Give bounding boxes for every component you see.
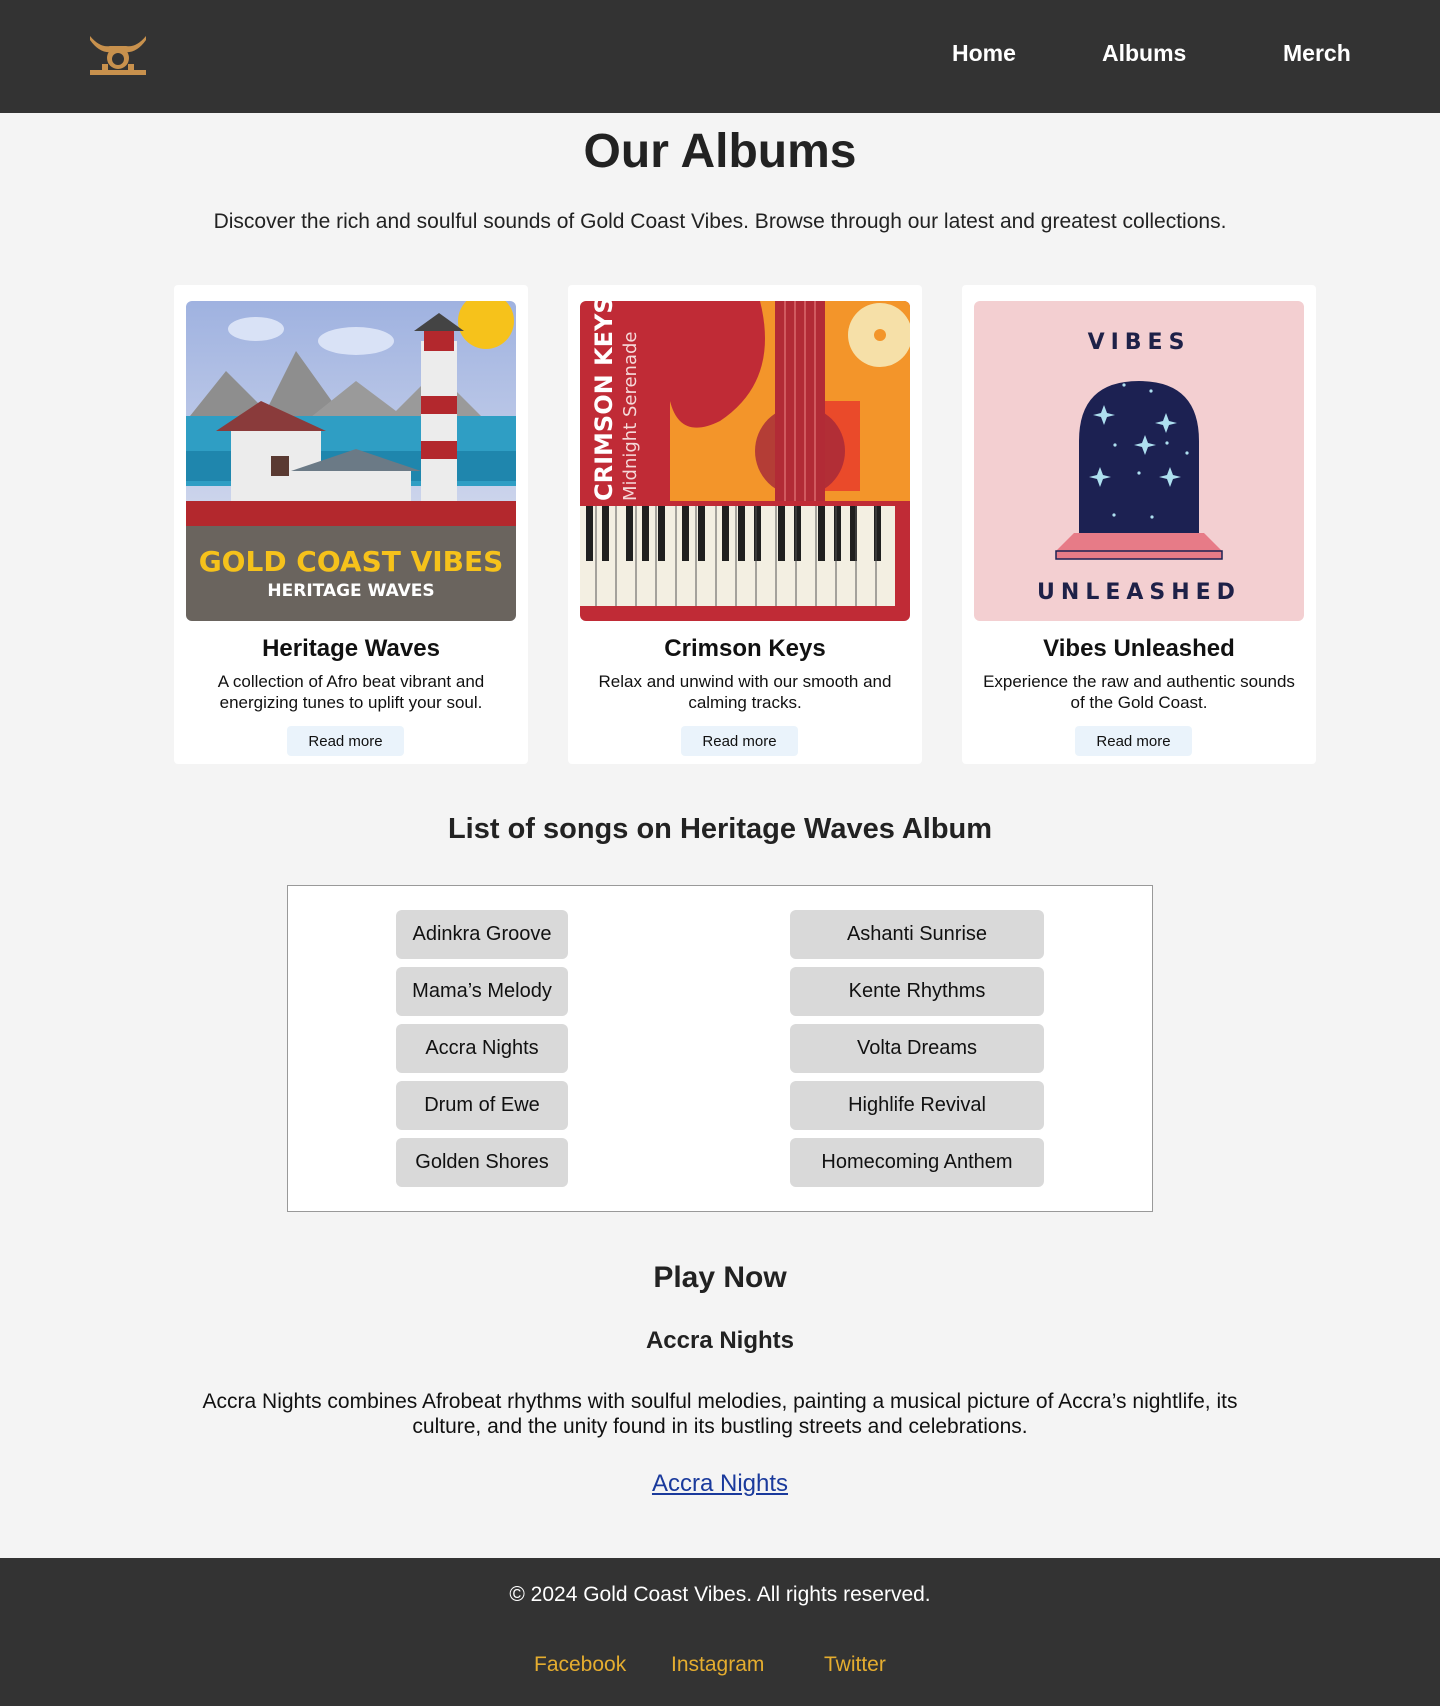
play-now-heading: Play Now (653, 1261, 787, 1294)
song-item-kente-rhythms[interactable]: Kente Rhythms (790, 967, 1044, 1016)
song-item-accra-nights[interactable]: Accra Nights (396, 1024, 568, 1073)
nav-albums[interactable]: Albums (1102, 40, 1186, 67)
cover-heritage-main-text: GOLD COAST VIBES (199, 545, 504, 578)
album-title: Crimson Keys (664, 635, 826, 662)
cover-heritage-sub-text: HERITAGE WAVES (267, 581, 434, 601)
now-playing-description: Accra Nights combines Afrobeat rhythms w… (202, 1390, 1238, 1438)
album-card-vibes-unleashed: VIBES UNLEASHED Vibes Unleashed Experien… (962, 285, 1316, 764)
now-playing-link-wrapper: Accra Nights (0, 1470, 1440, 1498)
cover-crimson-main-text: CRIMSON KEYS (590, 301, 618, 501)
cover-vibes-sub-text: UNLEASHED (1037, 580, 1241, 605)
album-cover-heritage-waves: GOLD COAST VIBES HERITAGE WAVES (186, 301, 516, 621)
site-footer: © 2024 Gold Coast Vibes. All rights rese… (0, 1558, 1440, 1706)
song-item-adinkra-groove[interactable]: Adinkra Groove (396, 910, 568, 959)
song-item-volta-dreams[interactable]: Volta Dreams (790, 1024, 1044, 1073)
read-more-button-heritage-waves[interactable]: Read more (287, 726, 404, 756)
nav-merch[interactable]: Merch (1283, 40, 1351, 67)
song-item-mamas-melody[interactable]: Mama’s Melody (396, 967, 568, 1016)
cover-crimson-sub-text: Midnight Serenade (620, 332, 641, 502)
song-item-golden-shores[interactable]: Golden Shores (396, 1138, 568, 1187)
page-title: Our Albums (583, 125, 857, 178)
song-item-homecoming-anthem[interactable]: Homecoming Anthem (790, 1138, 1044, 1187)
now-playing-link[interactable]: Accra Nights (652, 1470, 788, 1497)
songs-heading: List of songs on Heritage Waves Album (447, 813, 993, 845)
instagram-link[interactable]: Instagram (671, 1653, 764, 1677)
album-title: Heritage Waves (262, 635, 440, 662)
song-item-highlife-revival[interactable]: Highlife Revival (790, 1081, 1044, 1130)
read-more-button-crimson-keys[interactable]: Read more (681, 726, 798, 756)
read-more-button-vibes-unleashed[interactable]: Read more (1075, 726, 1192, 756)
site-header: Home Albums Merch (0, 0, 1440, 113)
album-description: A collection of Afro beat vibrant and en… (217, 672, 485, 712)
album-cover-crimson-keys: CRIMSON KEYS Midnight Serenade (580, 301, 910, 621)
twitter-link[interactable]: Twitter (824, 1653, 886, 1677)
song-item-drum-of-ewe[interactable]: Drum of Ewe (396, 1081, 568, 1130)
song-list: Adinkra Groove Mama’s Melody Accra Night… (287, 885, 1153, 1212)
copyright-text: © 2024 Gold Coast Vibes. All rights rese… (509, 1583, 931, 1606)
nav-home[interactable]: Home (952, 40, 1016, 67)
cover-vibes-main-text: VIBES (1088, 330, 1191, 355)
facebook-link[interactable]: Facebook (534, 1653, 626, 1677)
now-playing-title: Accra Nights (645, 1327, 795, 1354)
album-card-heritage-waves: GOLD COAST VIBES HERITAGE WAVES Heritage… (174, 285, 528, 764)
album-cover-vibes-unleashed: VIBES UNLEASHED (974, 301, 1304, 621)
song-item-ashanti-sunrise[interactable]: Ashanti Sunrise (790, 910, 1044, 959)
page-intro: Discover the rich and soulful sounds of … (213, 210, 1227, 233)
album-description: Experience the raw and authentic sounds … (983, 672, 1295, 712)
album-title: Vibes Unleashed (1043, 635, 1235, 662)
album-card-crimson-keys: CRIMSON KEYS Midnight Serenade Crimson K… (568, 285, 922, 764)
album-description: Relax and unwind with our smooth and cal… (598, 672, 892, 712)
adinkra-logo-icon[interactable] (88, 32, 148, 78)
